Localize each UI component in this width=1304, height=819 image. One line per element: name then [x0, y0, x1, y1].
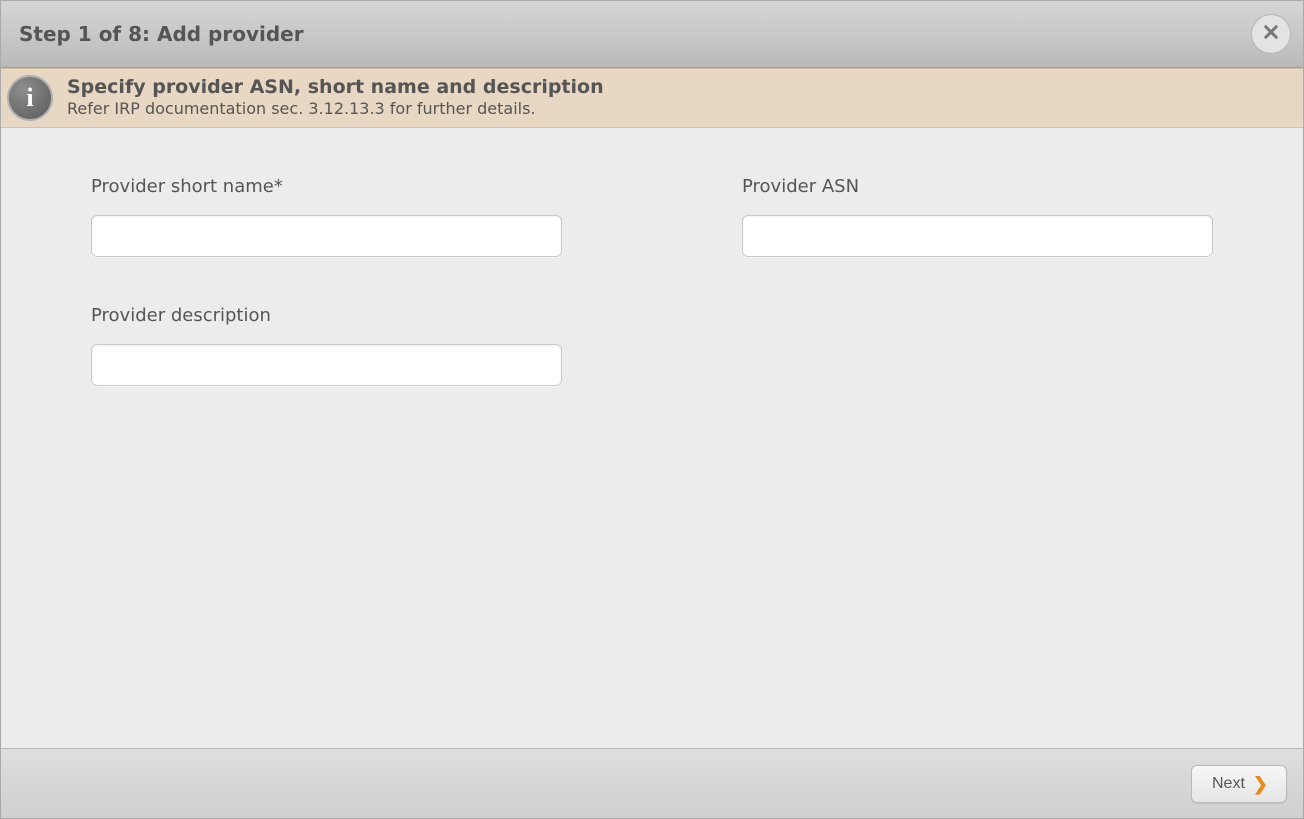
wizard-dialog: Step 1 of 8: Add provider i Specify prov… [0, 0, 1304, 819]
dialog-footer: Next ❯ [1, 748, 1303, 818]
close-icon [1262, 23, 1280, 45]
form-body: Provider short name* Provider ASN Provid… [1, 128, 1303, 748]
info-banner: i Specify provider ASN, short name and d… [1, 68, 1303, 128]
field-provider-short-name: Provider short name* [91, 176, 562, 257]
info-banner-title: Specify provider ASN, short name and des… [67, 76, 604, 100]
field-provider-asn: Provider ASN [742, 176, 1213, 257]
titlebar: Step 1 of 8: Add provider [1, 1, 1303, 68]
field-provider-description: Provider description [91, 305, 562, 386]
input-provider-asn[interactable] [742, 215, 1213, 257]
info-icon: i [7, 75, 53, 121]
close-button[interactable] [1251, 14, 1291, 54]
chevron-right-icon: ❯ [1253, 775, 1268, 793]
dialog-title: Step 1 of 8: Add provider [19, 22, 304, 46]
info-banner-subtitle: Refer IRP documentation sec. 3.12.13.3 f… [67, 99, 604, 120]
label-provider-short-name: Provider short name* [91, 176, 562, 197]
input-provider-short-name[interactable] [91, 215, 562, 257]
next-button[interactable]: Next ❯ [1191, 765, 1287, 803]
label-provider-asn: Provider ASN [742, 176, 1213, 197]
next-button-label: Next [1212, 775, 1245, 793]
info-text: Specify provider ASN, short name and des… [67, 76, 604, 121]
label-provider-description: Provider description [91, 305, 562, 326]
input-provider-description[interactable] [91, 344, 562, 386]
